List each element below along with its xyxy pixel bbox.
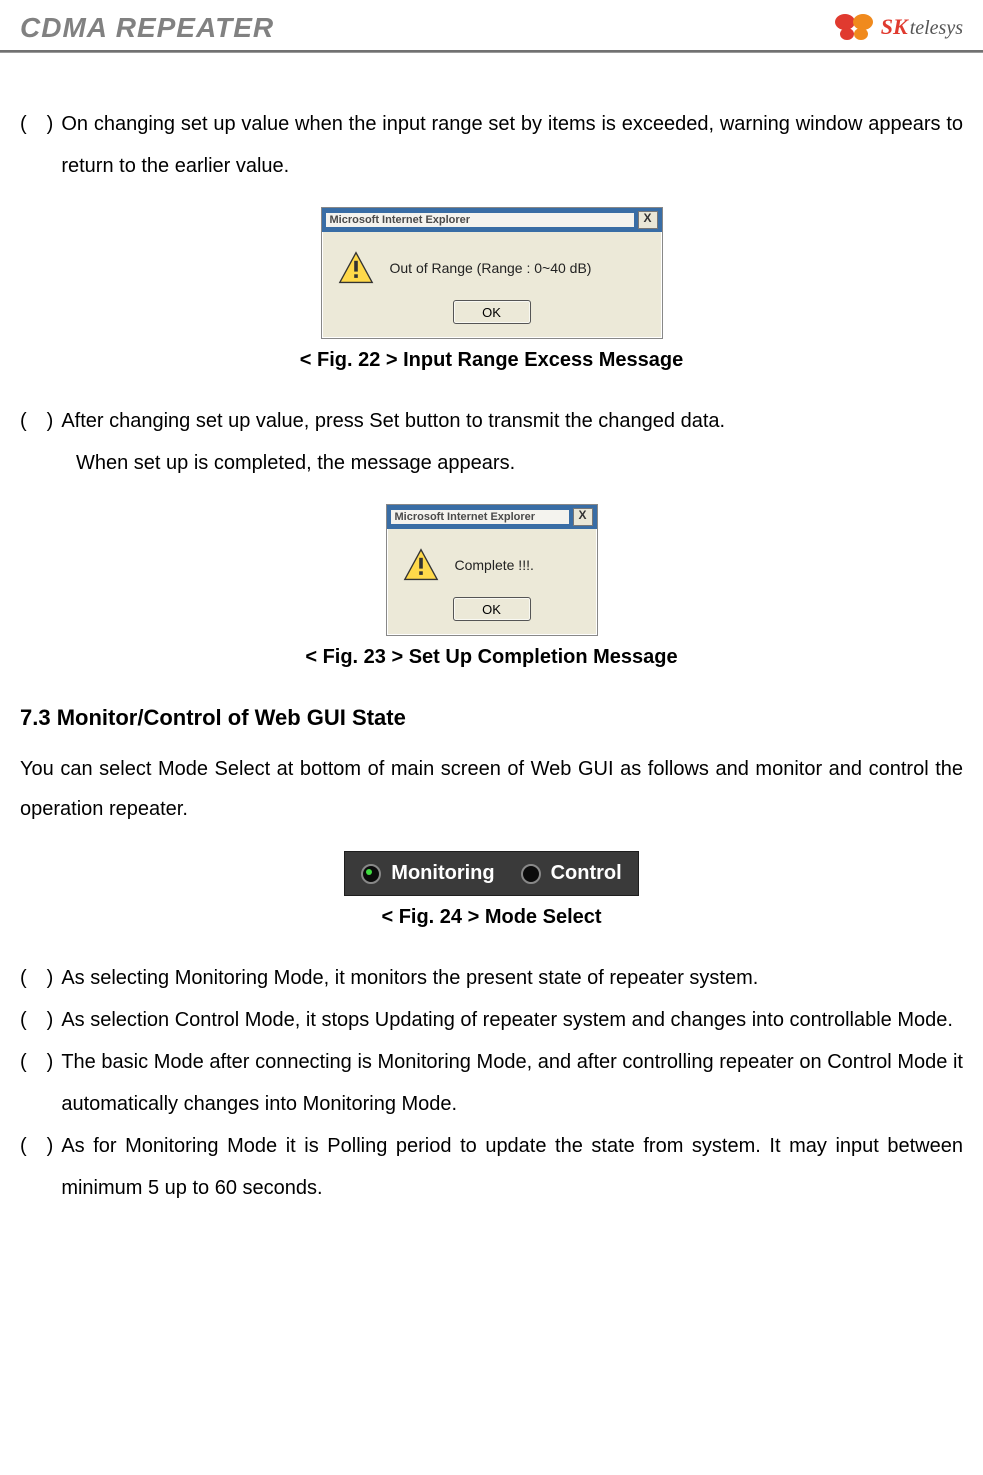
close-icon[interactable]: X: [638, 211, 658, 229]
warning-icon: [338, 250, 374, 286]
figure-23-caption: < Fig. 23 > Set Up Completion Message: [305, 646, 677, 669]
bullet: ( ): [20, 957, 61, 999]
dialog-message: Complete !!!.: [455, 557, 534, 573]
radio-on-icon[interactable]: [361, 864, 381, 884]
logo-right-text: telesys: [910, 17, 963, 40]
paragraph-2b: When set up is completed, the message ap…: [20, 442, 963, 484]
dialog-title: Microsoft Internet Explorer: [391, 510, 569, 524]
ok-button[interactable]: OK: [453, 300, 531, 324]
list-item-2-text: As selection Control Mode, it stops Upda…: [61, 999, 963, 1041]
figure-24-caption: < Fig. 24 > Mode Select: [381, 906, 601, 929]
section-body: You can select Mode Select at bottom of …: [20, 749, 963, 829]
paragraph-2-line2: When set up is completed, the message ap…: [76, 442, 963, 484]
list-item-4: ( ) As for Monitoring Mode it is Polling…: [20, 1125, 963, 1209]
list-item-1: ( ) As selecting Monitoring Mode, it mon…: [20, 957, 963, 999]
monitoring-option[interactable]: Monitoring: [361, 862, 494, 885]
paragraph-1: ( ) On changing set up value when the in…: [20, 103, 963, 187]
butterfly-icon: [831, 10, 877, 44]
dialog-title: Microsoft Internet Explorer: [326, 213, 634, 227]
paragraph-2-line1: After changing set up value, press Set b…: [61, 400, 963, 442]
page-header: CDMA REPEATER SK telesys: [0, 0, 983, 50]
mode-select-panel: Monitoring Control: [344, 851, 638, 896]
figure-22-caption: < Fig. 22 > Input Range Excess Message: [300, 349, 684, 372]
list-item-3-text: The basic Mode after connecting is Monit…: [61, 1041, 963, 1125]
brand-logo: SK telesys: [831, 10, 963, 44]
section-heading: 7.3 Monitor/Control of Web GUI State: [20, 705, 963, 731]
dialog-message: Out of Range (Range : 0~40 dB): [390, 260, 592, 276]
bullet: ( ): [20, 999, 61, 1041]
header-title: CDMA REPEATER: [20, 12, 274, 44]
bullet: ( ): [20, 400, 61, 442]
list-item-4-text: As for Monitoring Mode it is Polling per…: [61, 1125, 963, 1209]
bullet: ( ): [20, 1125, 61, 1209]
paragraph-1-text: On changing set up value when the input …: [61, 103, 963, 187]
close-icon[interactable]: X: [573, 508, 593, 526]
list-item-3: ( ) The basic Mode after connecting is M…: [20, 1041, 963, 1125]
ok-button[interactable]: OK: [453, 597, 531, 621]
dialog-out-of-range: Microsoft Internet Explorer X Out of Ran…: [321, 207, 663, 339]
warning-icon: [403, 547, 439, 583]
monitoring-label: Monitoring: [391, 862, 494, 885]
paragraph-2: ( ) After changing set up value, press S…: [20, 400, 963, 442]
logo-left-text: SK: [881, 14, 908, 40]
dialog-complete: Microsoft Internet Explorer X Complete !…: [386, 504, 598, 636]
bullet: ( ): [20, 103, 61, 187]
bullet: ( ): [20, 1041, 61, 1125]
radio-off-icon[interactable]: [521, 864, 541, 884]
list-item-1-text: As selecting Monitoring Mode, it monitor…: [61, 957, 963, 999]
control-label: Control: [551, 862, 622, 885]
list-item-2: ( ) As selection Control Mode, it stops …: [20, 999, 963, 1041]
control-option[interactable]: Control: [521, 862, 622, 885]
